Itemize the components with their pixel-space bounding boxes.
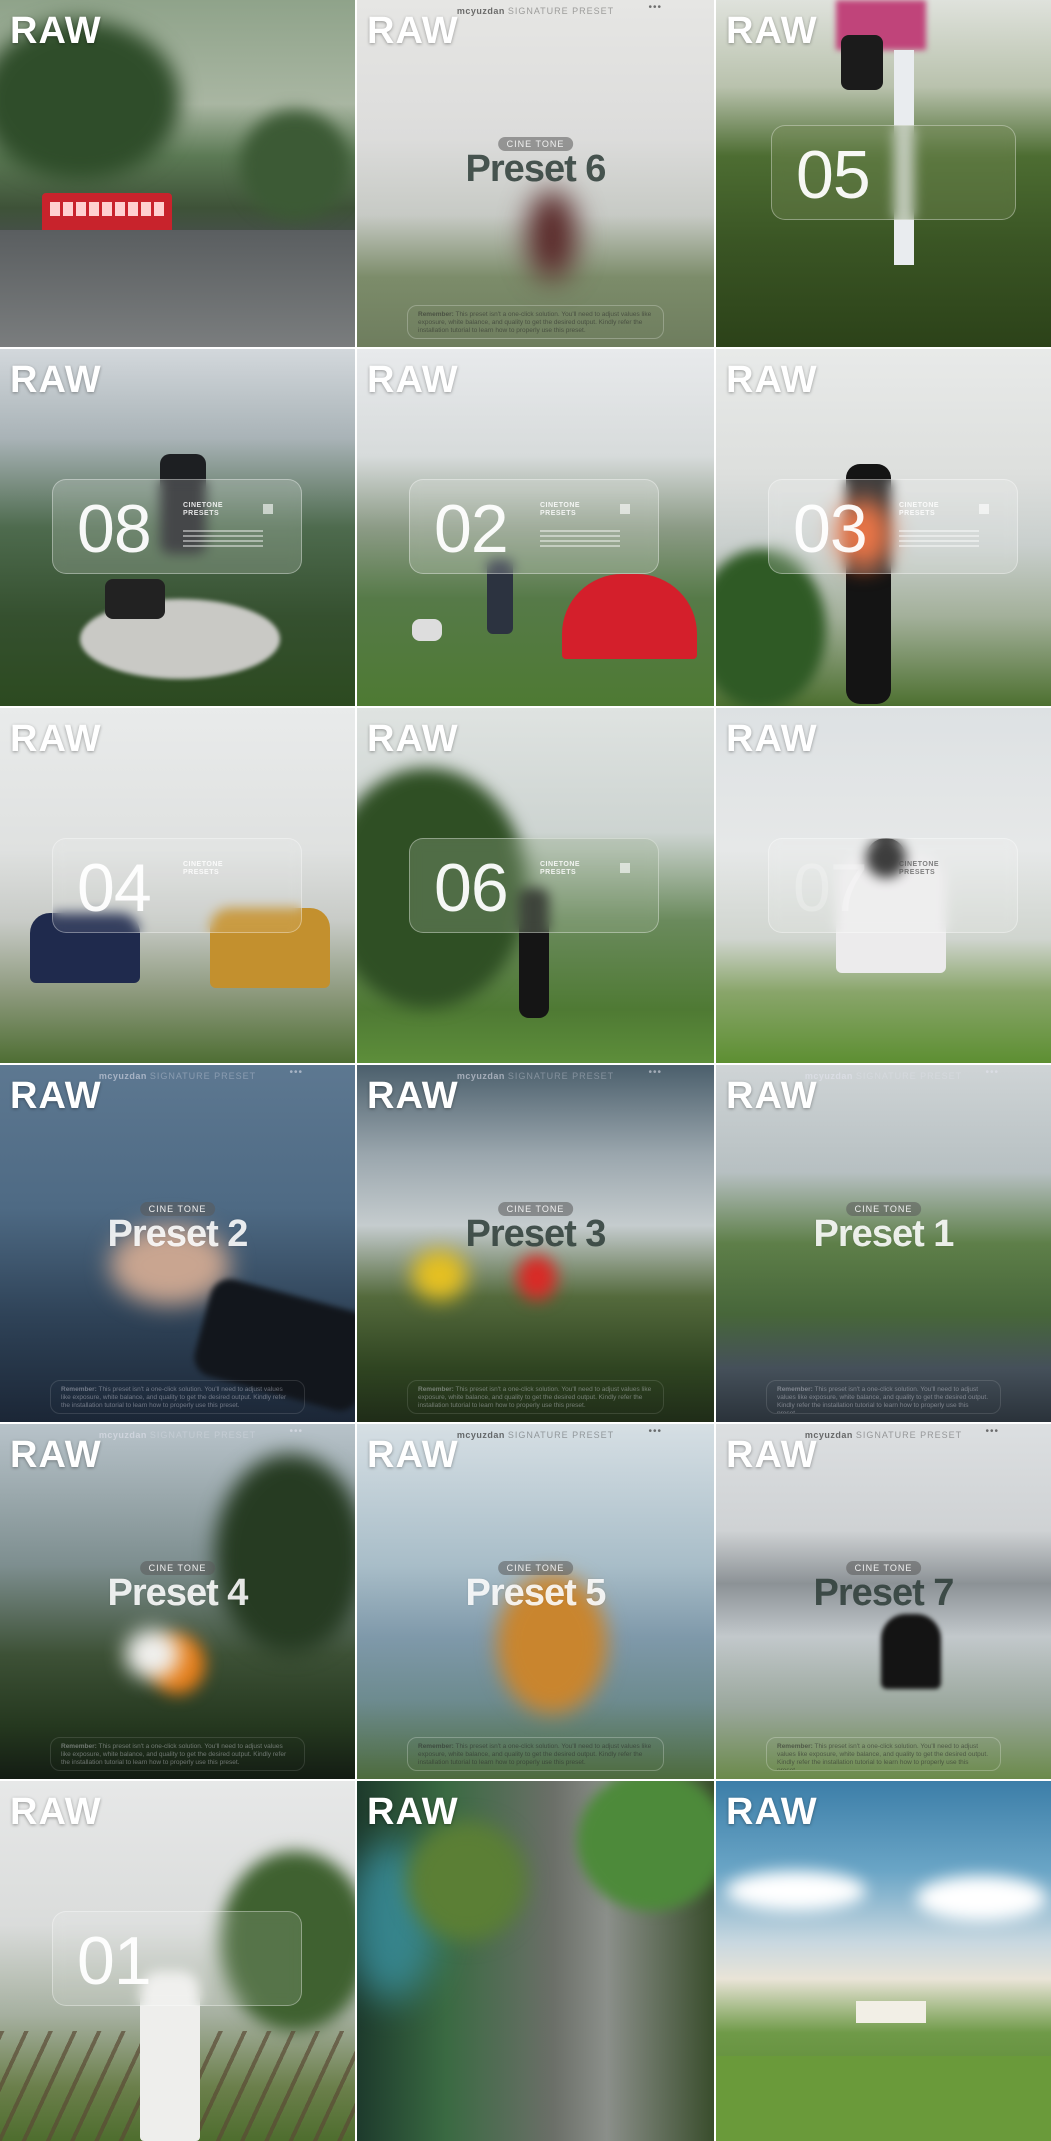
remember-note: Remember: This preset isn't a one-click … bbox=[407, 305, 664, 339]
raw-label: RAW bbox=[10, 359, 102, 401]
more-dots-icon[interactable]: ••• bbox=[289, 1067, 303, 1078]
preset-title: Preset 5 bbox=[465, 1572, 607, 1614]
grid-tile-1[interactable]: RAW bbox=[0, 0, 355, 347]
grid-tile-13[interactable]: mcyuzdan SIGNATURE PRESET ••• CINE TONE P… bbox=[0, 1424, 355, 1779]
raw-label: RAW bbox=[10, 1434, 102, 1476]
remember-note: Remember: This preset isn't a one-click … bbox=[766, 1737, 1001, 1771]
more-dots-icon[interactable]: ••• bbox=[985, 1067, 999, 1078]
grid-tile-4[interactable]: 08 CINETONE PRESETS RAW bbox=[0, 349, 355, 706]
grid-tile-18[interactable]: RAW bbox=[716, 1781, 1051, 2141]
raw-label: RAW bbox=[10, 1791, 102, 1833]
remember-note: Remember: This preset isn't a one-click … bbox=[50, 1737, 305, 1771]
raw-label: RAW bbox=[367, 1434, 459, 1476]
grid-tile-10[interactable]: mcyuzdan SIGNATURE PRESET ••• CINE TONE P… bbox=[0, 1065, 355, 1422]
more-dots-icon[interactable]: ••• bbox=[648, 2, 662, 13]
grid-tile-16[interactable]: 01 RAW bbox=[0, 1781, 355, 2141]
photo-grid: RAW mcyuzdan SIGNATURE PRESET ••• CINE TO… bbox=[0, 0, 1051, 2141]
preset-number: 01 bbox=[77, 1923, 152, 1999]
remember-note: Remember: This preset isn't a one-click … bbox=[766, 1380, 1001, 1414]
preset-title: Preset 6 bbox=[465, 148, 607, 190]
preset-title: Preset 3 bbox=[465, 1213, 607, 1255]
grid-tile-3[interactable]: 05 RAW bbox=[716, 0, 1051, 347]
raw-label: RAW bbox=[726, 359, 818, 401]
more-dots-icon[interactable]: ••• bbox=[648, 1426, 662, 1437]
grid-tile-11[interactable]: mcyuzdan SIGNATURE PRESET ••• CINE TONE P… bbox=[357, 1065, 714, 1422]
preset-number: 06 bbox=[434, 850, 509, 926]
grid-tile-12[interactable]: mcyuzdan SIGNATURE PRESET ••• CINE TONE P… bbox=[716, 1065, 1051, 1422]
more-dots-icon[interactable]: ••• bbox=[289, 1426, 303, 1437]
grid-tile-2[interactable]: mcyuzdan SIGNATURE PRESET ••• CINE TONE P… bbox=[357, 0, 714, 347]
raw-label: RAW bbox=[726, 1434, 818, 1476]
grid-tile-15[interactable]: mcyuzdan SIGNATURE PRESET ••• CINE TONE P… bbox=[716, 1424, 1051, 1779]
more-dots-icon[interactable]: ••• bbox=[648, 1067, 662, 1078]
raw-label: RAW bbox=[10, 1075, 102, 1117]
preset-title: Preset 1 bbox=[813, 1213, 955, 1255]
preset-number: 08 bbox=[77, 491, 152, 567]
more-dots-icon[interactable]: ••• bbox=[985, 1426, 999, 1437]
preset-number: 03 bbox=[793, 491, 868, 567]
preset-number: 07 bbox=[793, 850, 868, 926]
raw-label: RAW bbox=[726, 718, 818, 760]
remember-note: Remember: This preset isn't a one-click … bbox=[407, 1737, 664, 1771]
preset-title: Preset 2 bbox=[107, 1213, 249, 1255]
raw-label: RAW bbox=[726, 1075, 818, 1117]
preset-number: 05 bbox=[796, 137, 871, 213]
raw-label: RAW bbox=[367, 718, 459, 760]
preset-title: Preset 7 bbox=[813, 1572, 955, 1614]
preset-title: Preset 4 bbox=[107, 1572, 249, 1614]
raw-label: RAW bbox=[367, 1075, 459, 1117]
grid-tile-7[interactable]: 04 CINETONE PRESETS RAW bbox=[0, 708, 355, 1063]
preset-number: 02 bbox=[434, 491, 509, 567]
preset-number: 04 bbox=[77, 850, 152, 926]
raw-label: RAW bbox=[367, 10, 459, 52]
raw-label: RAW bbox=[10, 718, 102, 760]
remember-note: Remember: This preset isn't a one-click … bbox=[50, 1380, 305, 1414]
grid-tile-14[interactable]: mcyuzdan SIGNATURE PRESET ••• CINE TONE P… bbox=[357, 1424, 714, 1779]
raw-label: RAW bbox=[367, 359, 459, 401]
raw-label: RAW bbox=[367, 1791, 459, 1833]
raw-label: RAW bbox=[726, 10, 818, 52]
raw-label: RAW bbox=[726, 1791, 818, 1833]
grid-tile-8[interactable]: 06 CINETONE PRESETS RAW bbox=[357, 708, 714, 1063]
grid-tile-5[interactable]: 02 CINETONE PRESETS RAW bbox=[357, 349, 714, 706]
grid-tile-9[interactable]: 07 CINETONE PRESETS RAW bbox=[716, 708, 1051, 1063]
remember-note: Remember: This preset isn't a one-click … bbox=[407, 1380, 664, 1414]
grid-tile-6[interactable]: 03 CINETONE PRESETS RAW bbox=[716, 349, 1051, 706]
raw-label: RAW bbox=[10, 10, 102, 52]
grid-tile-17[interactable]: RAW bbox=[357, 1781, 714, 2141]
